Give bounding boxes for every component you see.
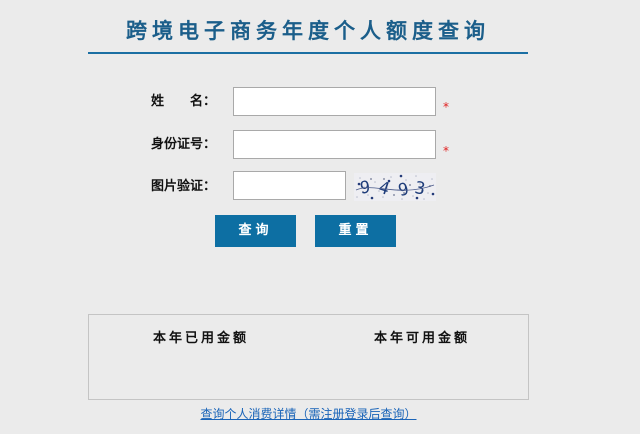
- name-input[interactable]: [233, 87, 436, 116]
- id-number-label: 身份证号：: [151, 137, 217, 152]
- captcha-image[interactable]: 9 4 9 3: [354, 173, 436, 201]
- used-amount-header: 本年已用金额: [153, 331, 250, 346]
- query-panel: 跨境电子商务年度个人额度查询 姓 名： * 身份证号： * 图片验证： 9 4 …: [0, 0, 640, 434]
- query-button[interactable]: 查询: [215, 215, 296, 247]
- title-divider: [88, 52, 528, 54]
- available-amount-header: 本年可用金额: [374, 331, 471, 346]
- quota-summary-box: 本年已用金额 本年可用金额: [88, 314, 529, 400]
- consumption-detail-link[interactable]: 查询个人消费详情（需注册登录后查询）: [0, 405, 617, 422]
- reset-button[interactable]: 重置: [315, 215, 396, 247]
- captcha-input[interactable]: [233, 171, 346, 200]
- captcha-graphic: 9 4 9 3: [354, 173, 436, 201]
- captcha-label: 图片验证：: [151, 179, 217, 194]
- name-required-mark: *: [443, 100, 449, 114]
- page-title: 跨境电子商务年度个人额度查询: [126, 18, 490, 43]
- name-label: 姓 名：: [151, 94, 217, 109]
- id-number-required-mark: *: [443, 144, 449, 158]
- id-number-input[interactable]: [233, 130, 436, 159]
